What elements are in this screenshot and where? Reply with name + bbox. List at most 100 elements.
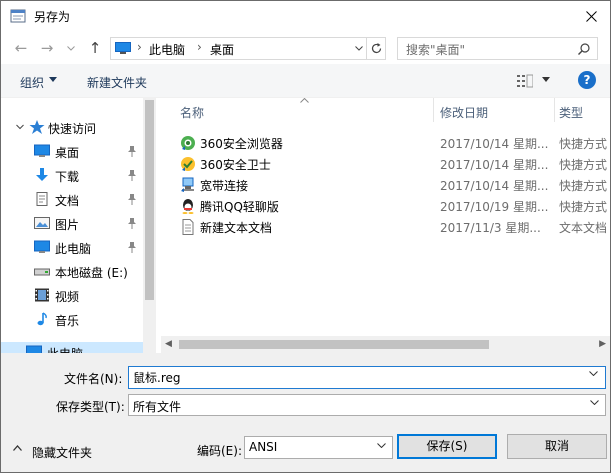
file-name: 360安全浏览器 [200, 137, 283, 151]
address-history-dropdown[interactable] [349, 38, 367, 59]
search-placeholder: 搜索"桌面" [406, 43, 466, 57]
text-file-icon [182, 219, 194, 235]
address-bar[interactable]: › 此电脑 › 桌面 [110, 37, 386, 60]
filetype-label: 保存类型(T): [56, 400, 125, 414]
file-type: 快捷方式 [559, 158, 608, 172]
guard-360-icon [181, 157, 195, 171]
notepad-icon [10, 9, 26, 23]
forward-button[interactable]: → [37, 38, 57, 58]
sidebar-item-label: 下载 [55, 170, 80, 184]
sidebar-item-this-pc[interactable]: 此电脑 [1, 341, 143, 353]
up-button[interactable]: ↑ [85, 38, 105, 58]
column-header-name[interactable]: 名称 [161, 98, 433, 124]
computer-icon [26, 345, 42, 353]
encoding-value: ANSI [249, 440, 278, 454]
filename-input[interactable] [128, 366, 606, 389]
organize-button[interactable]: 组织 [20, 74, 44, 91]
search-icon [578, 43, 590, 55]
nav-scrollbar[interactable] [143, 98, 156, 353]
encoding-select[interactable]: ANSI [244, 436, 393, 459]
sidebar-item-local-disk-e[interactable]: 本地磁盘 (E:) [1, 260, 143, 282]
chevron-up-icon [13, 445, 22, 451]
column-header-date[interactable]: 修改日期 [434, 98, 554, 124]
table-row[interactable]: 宽带连接 2017/10/14 星期... 快捷方式 [161, 174, 610, 195]
sidebar-item-desktop[interactable]: 桌面 [1, 140, 143, 162]
nav-scrollbar-thumb[interactable] [145, 100, 154, 300]
breadcrumb-desktop[interactable]: 桌面 [210, 41, 234, 58]
pin-icon [128, 170, 136, 181]
file-date: 2017/11/3 星期... [440, 221, 541, 235]
file-date: 2017/10/14 星期... [440, 158, 549, 172]
file-name: 腾讯QQ轻聊版 [200, 200, 279, 214]
sidebar-item-label: 此电脑 [47, 345, 83, 353]
file-name: 360安全卫士 [200, 158, 271, 172]
command-toolbar: 组织 新建文件夹 ? [1, 64, 610, 98]
sidebar-item-videos[interactable]: 视频 [1, 284, 143, 306]
encoding-label: 编码(E): [197, 444, 242, 458]
chevron-down-icon [67, 45, 75, 51]
caret-down-icon[interactable] [542, 77, 550, 82]
save-button[interactable]: 保存(S) [397, 434, 497, 459]
sidebar-item-label: 音乐 [55, 314, 80, 328]
computer-icon [115, 42, 131, 54]
help-button[interactable]: ? [578, 71, 596, 89]
computer-icon [34, 240, 50, 253]
navigation-pane: 快速访问 桌面 下载 文档 图片 此电脑 本地磁盘 (E:) 视频 音乐 [1, 98, 156, 353]
sidebar-item-music[interactable]: 音乐 [1, 308, 143, 330]
new-folder-button[interactable]: 新建文件夹 [87, 74, 147, 91]
table-row[interactable]: 新建文本文档 2017/11/3 星期... 文本文档 [161, 216, 610, 237]
view-details-icon[interactable] [517, 74, 533, 88]
breadcrumb-separator: › [137, 40, 142, 54]
sidebar-item-label: 文档 [55, 194, 80, 208]
sidebar-item-label: 视频 [55, 290, 80, 304]
sidebar-item-label: 此电脑 [55, 242, 92, 256]
sidebar-item-quick-access[interactable]: 快速访问 [1, 116, 143, 138]
scroll-left-icon[interactable]: ◀ [165, 339, 172, 349]
close-icon [585, 10, 597, 22]
pictures-icon [34, 217, 50, 229]
pin-icon [128, 218, 136, 229]
sidebar-item-pictures[interactable]: 图片 [1, 212, 143, 234]
table-row[interactable]: 360安全卫士 2017/10/14 星期... 快捷方式 [161, 153, 610, 174]
column-header-type[interactable]: 类型 [555, 98, 610, 124]
sidebar-item-label: 快速访问 [48, 122, 97, 136]
search-box[interactable]: 搜索"桌面" [397, 37, 598, 60]
file-name: 宽带连接 [200, 179, 249, 193]
hide-folders-label: 隐藏文件夹 [32, 446, 93, 460]
sidebar-item-label: 桌面 [55, 146, 80, 160]
table-row[interactable]: 腾讯QQ轻聊版 2017/10/19 星期... 快捷方式 [161, 195, 610, 216]
file-type: 文本文档 [559, 221, 608, 235]
broadband-icon [181, 177, 194, 192]
chevron-down-icon[interactable] [589, 371, 598, 376]
chevron-down-icon [590, 400, 599, 405]
sidebar-item-this-pc-pinned[interactable]: 此电脑 [1, 236, 143, 258]
scroll-right-icon[interactable]: ▶ [599, 339, 606, 349]
filetype-value: 所有文件 [133, 400, 182, 414]
file-type: 快捷方式 [559, 200, 608, 214]
breadcrumb-separator: › [197, 40, 202, 54]
arrow-left-icon: ← [14, 39, 28, 57]
recent-locations-button[interactable] [61, 38, 81, 58]
file-date: 2017/10/14 星期... [440, 137, 549, 151]
sidebar-item-documents[interactable]: 文档 [1, 188, 143, 210]
music-icon [37, 312, 47, 326]
pin-icon [128, 146, 136, 157]
horizontal-scrollbar-thumb[interactable] [179, 340, 489, 349]
refresh-button[interactable] [366, 38, 385, 59]
refresh-icon [371, 43, 381, 54]
desktop-icon [34, 144, 50, 157]
filetype-select[interactable]: 所有文件 [128, 394, 606, 416]
file-list-horizontal-scrollbar[interactable]: ◀ ▶ [161, 336, 610, 353]
file-name: 新建文本文档 [200, 221, 273, 235]
breadcrumb-this-pc[interactable]: 此电脑 [149, 41, 185, 58]
close-button[interactable] [578, 5, 604, 27]
table-row[interactable]: 360安全浏览器 2017/10/14 星期... 快捷方式 [161, 132, 610, 153]
sidebar-item-downloads[interactable]: 下载 [1, 164, 143, 186]
back-button[interactable]: ← [11, 38, 31, 58]
cancel-button[interactable]: 取消 [507, 434, 607, 459]
chevron-down-icon [354, 46, 363, 51]
sidebar-item-label: 图片 [55, 218, 80, 232]
save-form: 文件名(N): 保存类型(T): 所有文件 隐藏文件夹 编码(E): ANSI … [1, 353, 610, 472]
file-type: 快捷方式 [559, 137, 608, 151]
drive-icon [34, 268, 50, 276]
